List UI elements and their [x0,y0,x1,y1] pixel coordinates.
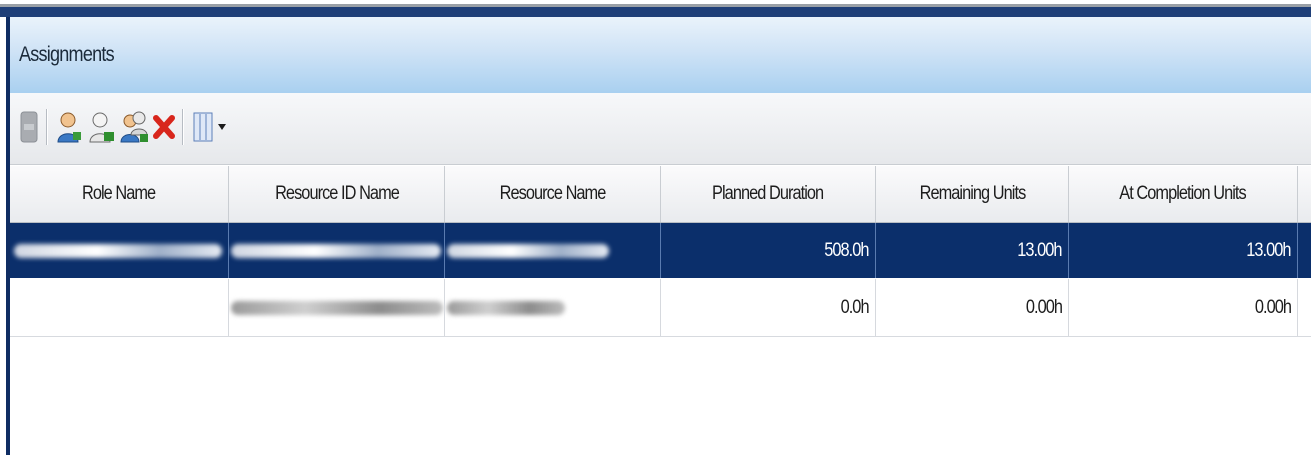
cell-role-name[interactable] [10,279,229,336]
cell-planned-duration[interactable]: 0.0h [661,279,876,336]
table-header: Role Name Resource ID Name Resource Name… [10,166,1311,223]
assign-role-button[interactable] [86,109,116,145]
delete-icon [153,115,175,139]
assign-resource-button[interactable] [54,109,84,145]
cell-text: 13.00h [1246,239,1292,261]
header-filler [1298,166,1311,222]
cell-resource-name[interactable] [445,223,661,278]
column-header-remaining-units[interactable]: Remaining Units [876,166,1069,222]
cell-text: 0.00h [1025,296,1063,318]
disabled-action-icon [20,111,38,143]
toolbar [10,93,1311,165]
cell-remaining-units[interactable]: 0.00h [876,279,1069,336]
panel-title: Assignments [19,43,115,66]
columns-icon [193,112,213,142]
assign-resource-by-role-icon [120,111,148,143]
cell-text: 13.00h [1017,239,1063,261]
cell-at-completion-units[interactable]: 0.00h [1069,279,1298,336]
assign-resource-by-role-button[interactable] [118,109,150,145]
cell-planned-duration[interactable]: 508.0h [661,223,876,278]
column-header-resource-id-name[interactable]: Resource ID Name [229,166,445,222]
column-header-label: Resource ID Name [274,183,400,204]
cell-remaining-units[interactable]: 13.00h [876,223,1069,278]
assignments-window: Assignments Role Name Resource ID Name R… [0,0,1311,455]
cell-at-completion-units[interactable]: 13.00h [1069,223,1298,278]
cell-role-name[interactable] [10,223,229,278]
cell-resource-id-name[interactable] [229,279,445,336]
redacted-text [231,243,441,258]
column-header-resource-name[interactable]: Resource Name [445,166,661,222]
column-header-planned-duration[interactable]: Planned Duration [661,166,876,222]
delete-button[interactable] [152,109,176,145]
toolbar-separator [182,109,183,145]
toolbar-separator [46,109,47,145]
column-header-at-completion-units[interactable]: At Completion Units [1069,166,1298,222]
window-left-border [0,17,10,455]
cell-text: 508.0h [824,239,870,261]
table-row[interactable]: 508.0h 13.00h 13.00h [10,223,1311,278]
cell-resource-name[interactable] [445,279,661,336]
assign-role-icon [89,112,114,143]
column-header-label: Role Name [82,183,156,204]
assign-resource-icon [57,112,81,143]
redacted-text [447,300,565,315]
cell-resource-id-name[interactable] [229,223,445,278]
cell-text: 0.00h [1254,296,1292,318]
redacted-text [14,243,222,258]
column-header-label: Planned Duration [712,183,824,204]
redacted-text [231,300,443,315]
cell-text: 0.0h [840,296,870,318]
chevron-down-icon [218,124,226,130]
window-top-border [0,0,1311,17]
column-header-label: Resource Name [499,183,607,204]
column-header-role-name[interactable]: Role Name [10,166,229,222]
column-header-label: At Completion Units [1119,183,1247,204]
table-row[interactable]: 0.0h 0.00h 0.00h [10,279,1311,337]
disabled-action-button[interactable] [18,109,40,145]
columns-menu-button[interactable] [192,109,228,145]
assignments-table: Role Name Resource ID Name Resource Name… [10,166,1311,455]
panel-header: Assignments [10,17,1311,93]
redacted-text [447,243,609,258]
column-header-label: Remaining Units [919,183,1026,204]
